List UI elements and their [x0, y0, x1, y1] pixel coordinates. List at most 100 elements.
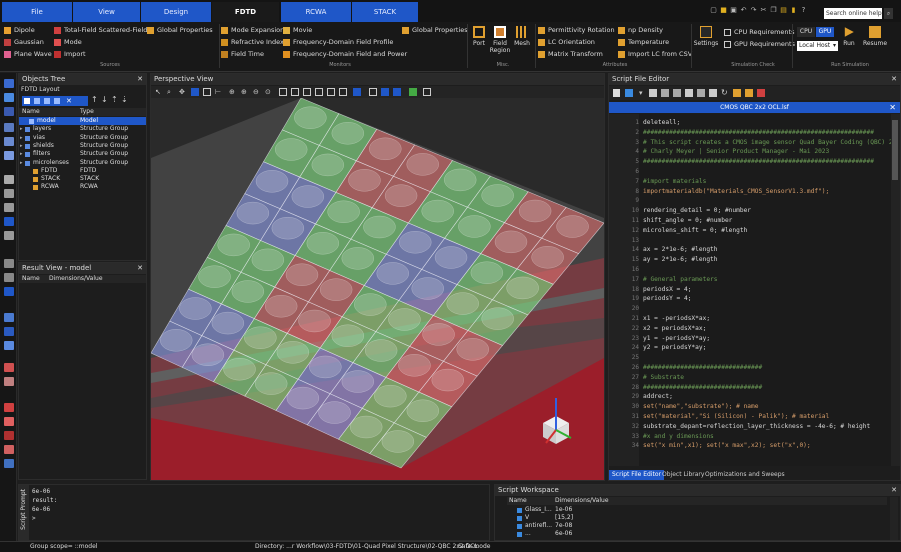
- cpu-toggle[interactable]: CPU: [797, 27, 815, 37]
- perspective-icon[interactable]: [353, 88, 361, 96]
- redo-icon[interactable]: ↷: [750, 7, 757, 14]
- array-icon[interactable]: [4, 151, 14, 160]
- host-select[interactable]: Local Host ▾: [797, 41, 838, 51]
- collapse-icon[interactable]: ✕: [66, 97, 72, 105]
- measure-icon[interactable]: [203, 88, 211, 96]
- polygon-icon[interactable]: [4, 123, 14, 132]
- close-icon[interactable]: ✕: [891, 485, 897, 496]
- graph-icon[interactable]: [409, 88, 417, 96]
- port-button[interactable]: Port: [471, 26, 487, 47]
- gaussian-tool-icon[interactable]: [4, 403, 14, 412]
- run-selection-icon[interactable]: [745, 89, 753, 97]
- layer-icon[interactable]: [4, 313, 14, 322]
- select-icon[interactable]: [4, 175, 14, 184]
- cpu-requirements-button[interactable]: CPU Requirements: [724, 28, 794, 36]
- pan-icon[interactable]: [4, 203, 14, 212]
- print-icon[interactable]: [673, 89, 681, 97]
- import-lc-csv-button[interactable]: Import LC from CSV: [618, 50, 692, 58]
- tab-fdtd[interactable]: FDTD: [212, 2, 279, 22]
- plane-wave-button[interactable]: Plane Wave: [4, 50, 52, 58]
- mode-expansion-button[interactable]: Mode Expansion: [221, 26, 284, 34]
- import-source-button[interactable]: Import: [54, 50, 86, 58]
- workspace-row[interactable]: antirefl... 7e-08: [507, 522, 887, 530]
- close-icon[interactable]: ✕: [891, 74, 897, 85]
- shade-icon[interactable]: [381, 88, 389, 96]
- gaussian-button[interactable]: Gaussian: [4, 38, 44, 46]
- console-output[interactable]: 6e-06 result: 6e-06 >: [32, 487, 57, 523]
- frequency-domain-field-profile-button[interactable]: Frequency-Domain Field Profile: [283, 38, 393, 46]
- tree-row[interactable]: model Model: [19, 117, 146, 125]
- zoom-extent-icon[interactable]: [4, 259, 14, 268]
- source-icon[interactable]: [4, 363, 14, 372]
- gpu-requirements-button[interactable]: GPU Requirements: [724, 40, 795, 48]
- search-icon[interactable]: ⌕: [884, 8, 893, 19]
- matrix-transform-button[interactable]: Matrix Transform: [538, 50, 603, 58]
- close-file-icon[interactable]: ✕: [889, 102, 896, 113]
- tree-row[interactable]: STACK STACK: [19, 175, 146, 183]
- run-button[interactable]: Run: [840, 26, 858, 47]
- tab-script-file-editor[interactable]: Script File Editor: [609, 470, 665, 480]
- refractive-index-button[interactable]: Refractive Index: [221, 38, 284, 46]
- grid-object-icon[interactable]: [4, 137, 14, 146]
- field-region-button[interactable]: Field Region: [489, 26, 511, 54]
- workspace-row[interactable]: ... 6e-06: [507, 530, 887, 538]
- sphere-icon[interactable]: [4, 93, 14, 102]
- expand-icon[interactable]: ▸: [20, 134, 23, 142]
- monitors-global-properties-button[interactable]: Global Properties: [402, 26, 468, 34]
- rotate-icon[interactable]: [4, 217, 14, 226]
- expand-icon[interactable]: ▸: [20, 125, 23, 133]
- close-icon[interactable]: ✕: [137, 74, 143, 85]
- tfsf-tool-icon[interactable]: [4, 431, 14, 440]
- expand-icon[interactable]: ▸: [20, 142, 23, 150]
- view-3d-icon[interactable]: [369, 88, 377, 96]
- move-up-icon[interactable]: ↑: [91, 95, 98, 104]
- copy-icon[interactable]: ❐: [770, 7, 777, 14]
- editor-scrollbar[interactable]: [891, 114, 900, 466]
- open-folder-icon[interactable]: ■: [720, 7, 727, 14]
- mesh-button[interactable]: Mesh: [513, 26, 531, 47]
- mode-tool-icon[interactable]: [4, 445, 14, 454]
- open-script-icon[interactable]: [625, 89, 633, 97]
- zoom-extent-icon[interactable]: ⊕: [229, 88, 237, 96]
- pan-icon[interactable]: ✥: [179, 88, 187, 96]
- paste-icon[interactable]: [709, 89, 717, 97]
- tree-row[interactable]: RCWA RCWA: [19, 183, 146, 191]
- tab-optimizations-sweeps[interactable]: Optimizations and Sweeps: [702, 470, 788, 480]
- move-down-icon[interactable]: ↓: [101, 95, 108, 104]
- move-bottom-icon[interactable]: ⇣: [121, 95, 128, 104]
- group-icon[interactable]: [34, 98, 40, 104]
- plane-wave-tool-icon[interactable]: [4, 417, 14, 426]
- grid-icon[interactable]: [423, 88, 431, 96]
- cylinder-icon[interactable]: [4, 107, 14, 116]
- script-file-tab[interactable]: CMOS QBC 2x2 OCL.lsf ✕: [609, 102, 900, 113]
- rotate-icon[interactable]: [191, 88, 199, 96]
- sources-global-properties-button[interactable]: Global Properties: [147, 26, 213, 34]
- add-icon[interactable]: [24, 98, 30, 104]
- lock-icon[interactable]: ▮: [790, 7, 797, 14]
- tfsf-button[interactable]: Total-Field Scattered-Field: [54, 26, 147, 34]
- tree-row[interactable]: ▸ filters Structure Group: [19, 150, 146, 158]
- tree-row[interactable]: ▸ vias Structure Group: [19, 134, 146, 142]
- 3d-viewport[interactable]: [151, 98, 604, 481]
- paste-icon[interactable]: ▤: [780, 7, 787, 14]
- movie-button[interactable]: Movie: [283, 26, 312, 34]
- workspace-row[interactable]: V [15,2]: [507, 514, 887, 522]
- ruler-icon[interactable]: ⊢: [215, 88, 223, 96]
- editor-scrollbar-thumb[interactable]: [892, 120, 898, 180]
- field-time-button[interactable]: Field Time: [221, 50, 264, 58]
- tab-view[interactable]: View: [73, 2, 140, 22]
- np-density-button[interactable]: np Density: [618, 26, 663, 34]
- zoom-icon[interactable]: [4, 189, 14, 198]
- workspace-scrollbar[interactable]: [890, 497, 898, 540]
- cube-icon[interactable]: [4, 79, 14, 88]
- view-side-icon[interactable]: [327, 88, 335, 96]
- new-script-icon[interactable]: [613, 89, 620, 97]
- settings-button[interactable]: Settings: [694, 26, 718, 47]
- permittivity-rotation-button[interactable]: Permittivity Rotation: [538, 26, 615, 34]
- tree-row[interactable]: ▸ shields Structure Group: [19, 142, 146, 150]
- zoom-in-icon[interactable]: [4, 273, 14, 282]
- dipole-button[interactable]: Dipole: [4, 26, 35, 34]
- view-xy-icon[interactable]: [279, 88, 287, 96]
- resume-button[interactable]: Resume: [862, 26, 888, 47]
- run-script-icon[interactable]: [733, 89, 741, 97]
